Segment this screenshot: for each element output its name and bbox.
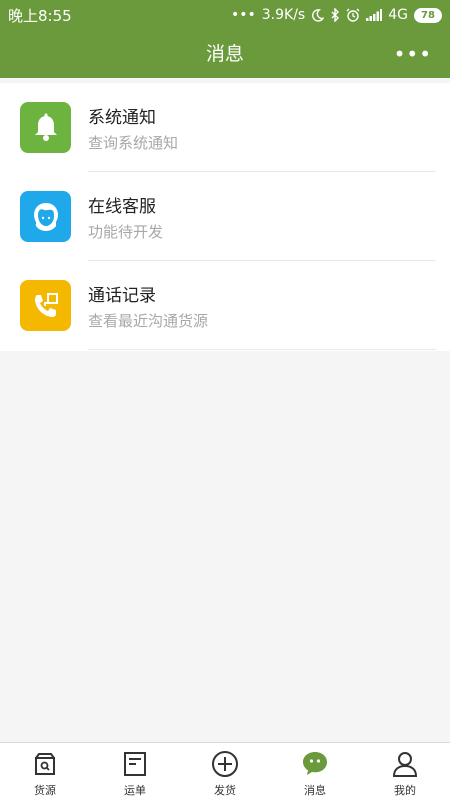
moon-icon [312, 8, 325, 22]
network-speed: 3.9K/s [261, 7, 306, 23]
item-subtitle: 查看最近沟通货源 [88, 312, 209, 330]
item-subtitle: 功能待开发 [88, 223, 164, 241]
add-circle-icon [212, 751, 238, 777]
item-title: 在线客服 [88, 197, 156, 217]
user-icon [392, 752, 418, 777]
waybill-icon [124, 752, 146, 776]
tab-label: 消息 [304, 784, 326, 797]
tab-label: 货源 [34, 784, 56, 797]
dots-indicator: ••• [230, 7, 256, 23]
tab-label: 运单 [124, 784, 146, 797]
signal-icon [366, 9, 383, 21]
phone-record-icon [34, 292, 58, 317]
list-item-online-service[interactable]: 在线客服 功能待开发 [0, 172, 450, 261]
bottom-tab-bar: 货源 运单 发货 消息 我的 [0, 742, 450, 800]
online-service-icon-box [20, 191, 71, 242]
network-type: 4G [388, 7, 408, 23]
tab-messages[interactable]: 消息 [270, 743, 360, 800]
system-notice-icon-box [20, 102, 71, 153]
battery-icon: 78 [414, 7, 442, 23]
header-bar: 消息 ••• [0, 30, 450, 78]
tab-label: 我的 [394, 784, 416, 797]
message-list: 系统通知 查询系统通知 在线客服 功能待开发 通话记录 查看最近沟通货源 [0, 83, 450, 351]
status-bar: 晚上8:55 ••• 3.9K/s 4G 78 [0, 0, 450, 30]
tab-waybill[interactable]: 运单 [90, 743, 180, 800]
list-item-system-notice[interactable]: 系统通知 查询系统通知 [0, 83, 450, 172]
message-bubble-icon [303, 752, 327, 775]
page-title: 消息 [205, 43, 244, 65]
tab-cargo-source[interactable]: 货源 [0, 743, 90, 800]
customer-service-icon [33, 202, 58, 231]
call-record-icon-box [20, 280, 71, 331]
status-right: ••• 3.9K/s 4G 78 [231, 7, 442, 23]
item-title: 通话记录 [88, 286, 156, 306]
bell-icon [34, 113, 57, 141]
bluetooth-icon [331, 8, 340, 22]
tab-label: 发货 [214, 784, 236, 797]
item-subtitle: 查询系统通知 [88, 134, 179, 152]
status-time: 晚上8:55 [8, 6, 72, 25]
tab-ship[interactable]: 发货 [180, 743, 270, 800]
alarm-icon [346, 8, 360, 22]
list-item-call-record[interactable]: 通话记录 查看最近沟通货源 [0, 261, 450, 350]
item-title: 系统通知 [88, 108, 156, 128]
tab-profile[interactable]: 我的 [360, 743, 450, 800]
divider [88, 349, 436, 350]
cargo-source-icon [35, 753, 55, 775]
more-button[interactable]: ••• [394, 30, 432, 78]
